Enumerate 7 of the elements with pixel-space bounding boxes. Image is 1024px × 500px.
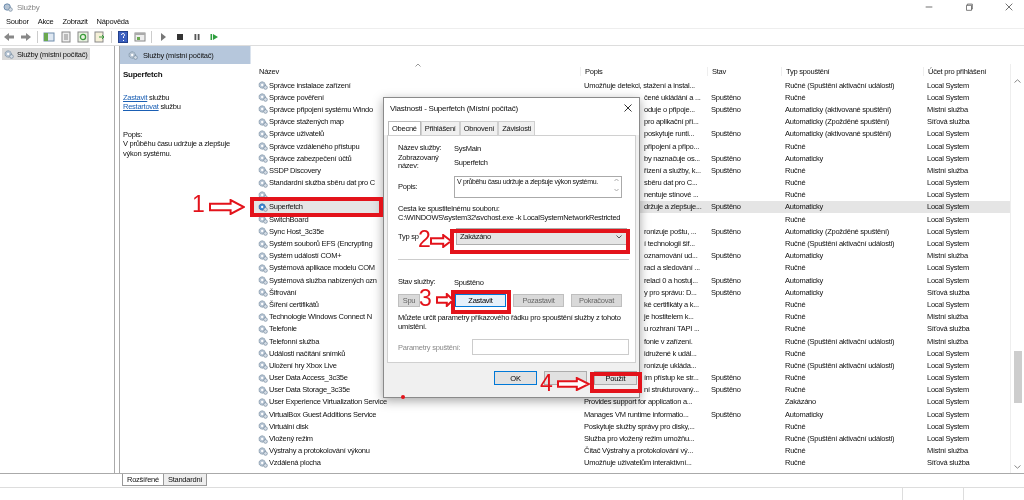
step-number: 3 [419,287,432,309]
service-name: Superfetch [123,70,164,80]
dialog-title: Vlastnosti - Superfetch (Místní počítač) [390,103,518,113]
step-number: 4 [540,372,553,394]
step-number: 1 [192,193,205,215]
step-number: 2 [418,228,431,250]
window-title: Služby [17,2,40,12]
